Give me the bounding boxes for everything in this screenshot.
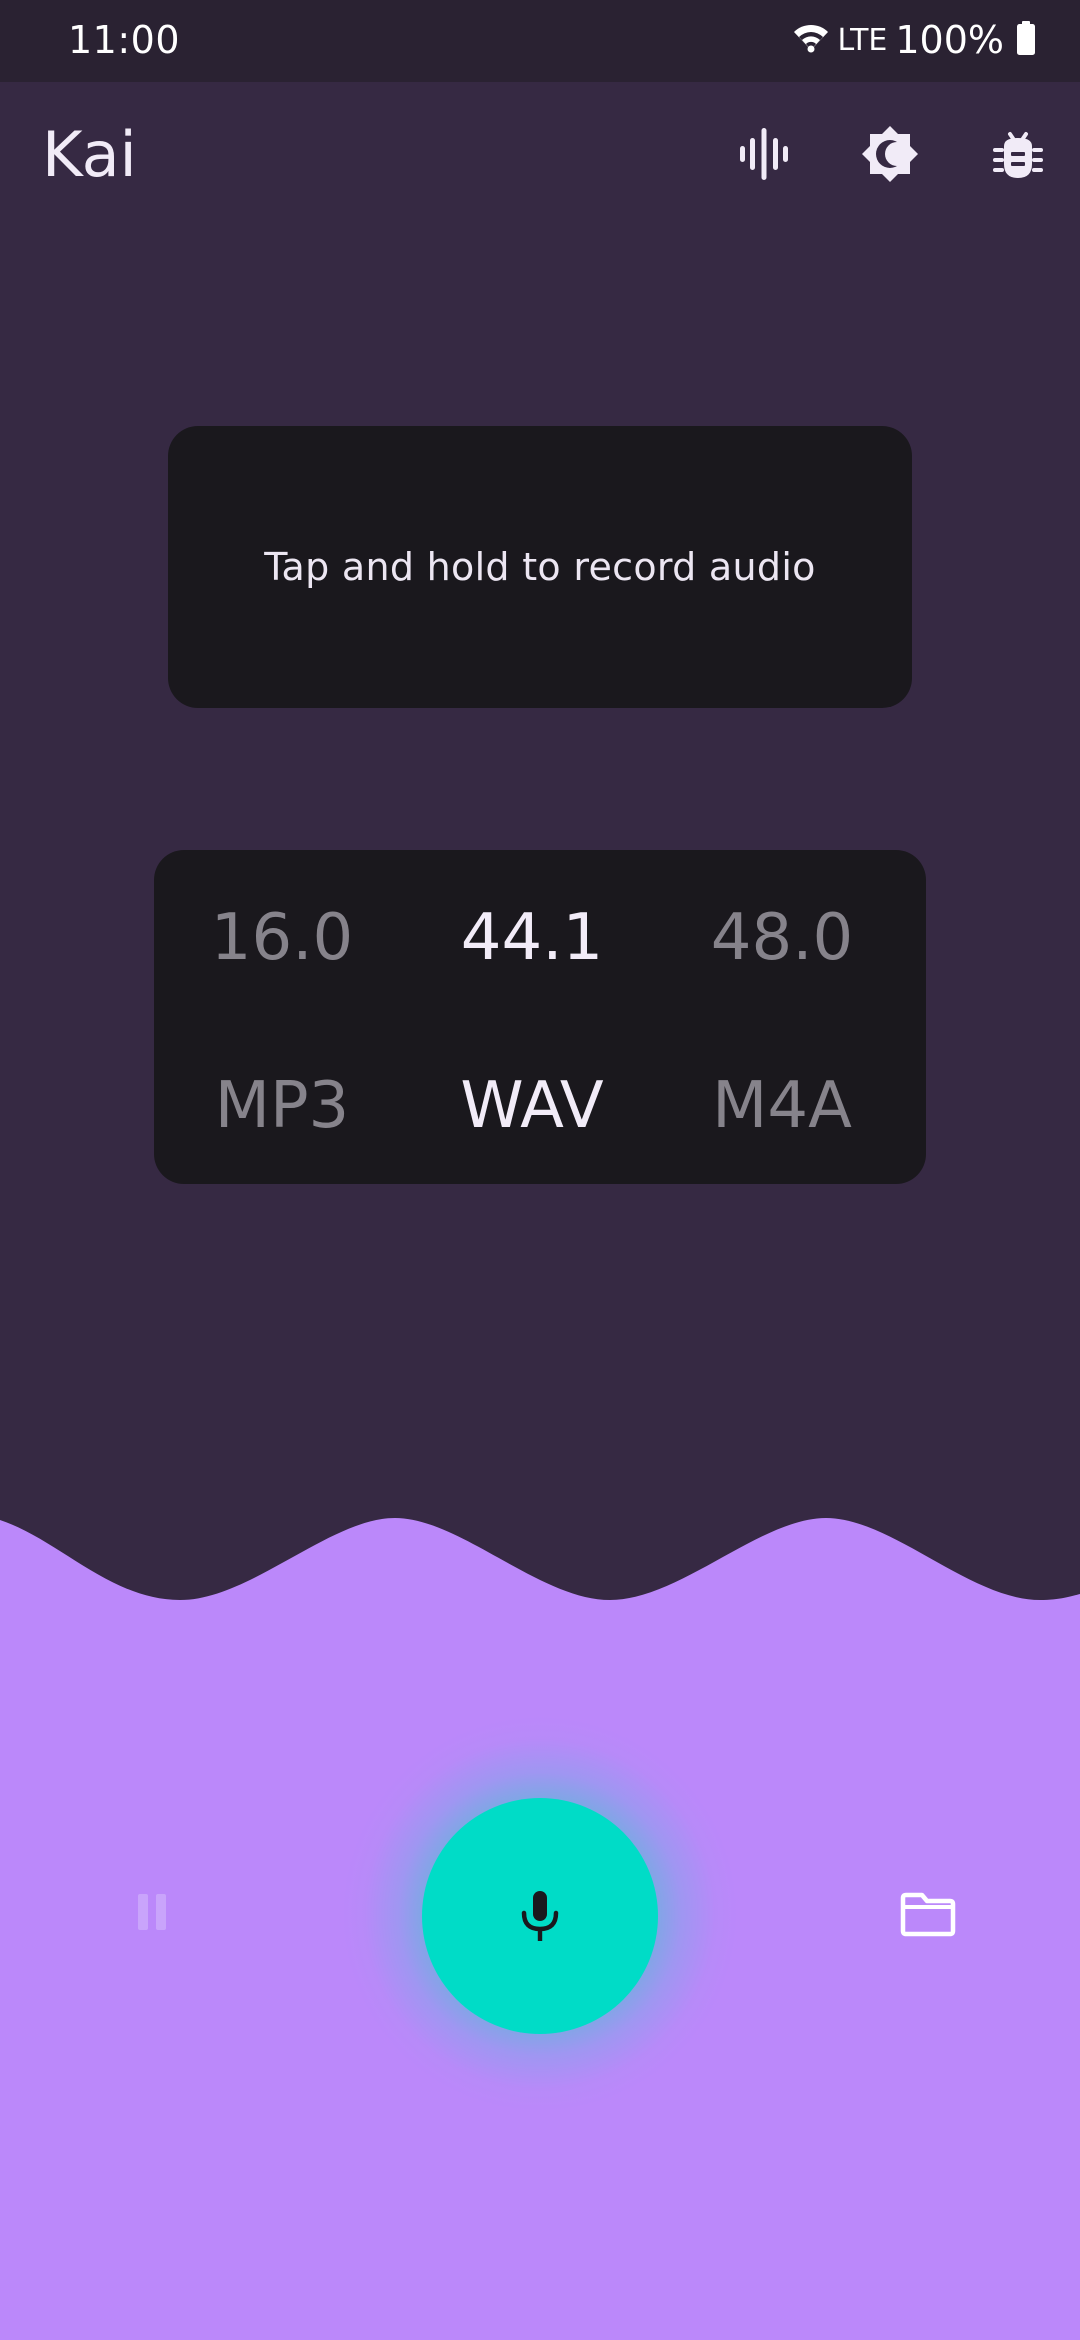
folder-icon xyxy=(900,1892,956,1937)
recording-controls-panel xyxy=(0,1500,1080,2340)
audio-settings-selector: 16.0 44.1 48.0 MP3 WAV M4A xyxy=(154,850,926,1184)
app-title: Kai xyxy=(42,118,137,191)
status-indicators: LTE 100% xyxy=(791,16,1036,64)
format-option[interactable]: MP3 xyxy=(172,1056,392,1156)
status-bar: 11:00 LTE 100% xyxy=(0,0,1080,82)
theme-toggle-button[interactable] xyxy=(858,122,922,186)
format-option-selected[interactable]: WAV xyxy=(422,1056,642,1156)
sample-rate-option[interactable]: 48.0 xyxy=(672,888,892,988)
status-time: 11:00 xyxy=(68,18,181,62)
debug-button[interactable] xyxy=(986,122,1050,186)
pause-button[interactable] xyxy=(120,1880,184,1944)
mic-icon xyxy=(521,1891,559,1941)
recorder-screen: 11:00 LTE 100% Kai Tap and hold to recor… xyxy=(0,0,1080,2340)
record-hint-text: Tap and hold to record audio xyxy=(264,545,816,589)
battery-percent: 100% xyxy=(895,18,1004,62)
sample-rate-option[interactable]: 16.0 xyxy=(172,888,392,988)
sample-rate-option-selected[interactable]: 44.1 xyxy=(422,888,642,988)
pause-icon xyxy=(138,1894,166,1930)
waveform-icon xyxy=(740,128,788,180)
recordings-folder-button[interactable] xyxy=(896,1882,960,1946)
app-bar: Kai xyxy=(0,82,1080,230)
waveform-button[interactable] xyxy=(732,122,796,186)
brightness-icon xyxy=(862,126,918,182)
format-option[interactable]: M4A xyxy=(672,1056,892,1156)
bug-icon xyxy=(993,132,1043,178)
format-selector: MP3 WAV M4A xyxy=(154,1056,926,1156)
sample-rate-selector: 16.0 44.1 48.0 xyxy=(154,888,926,988)
record-button[interactable] xyxy=(422,1798,658,2034)
record-hint-card: Tap and hold to record audio xyxy=(168,426,912,708)
battery-icon xyxy=(1016,21,1036,59)
network-type: LTE xyxy=(837,22,888,58)
wifi-icon xyxy=(791,22,831,58)
